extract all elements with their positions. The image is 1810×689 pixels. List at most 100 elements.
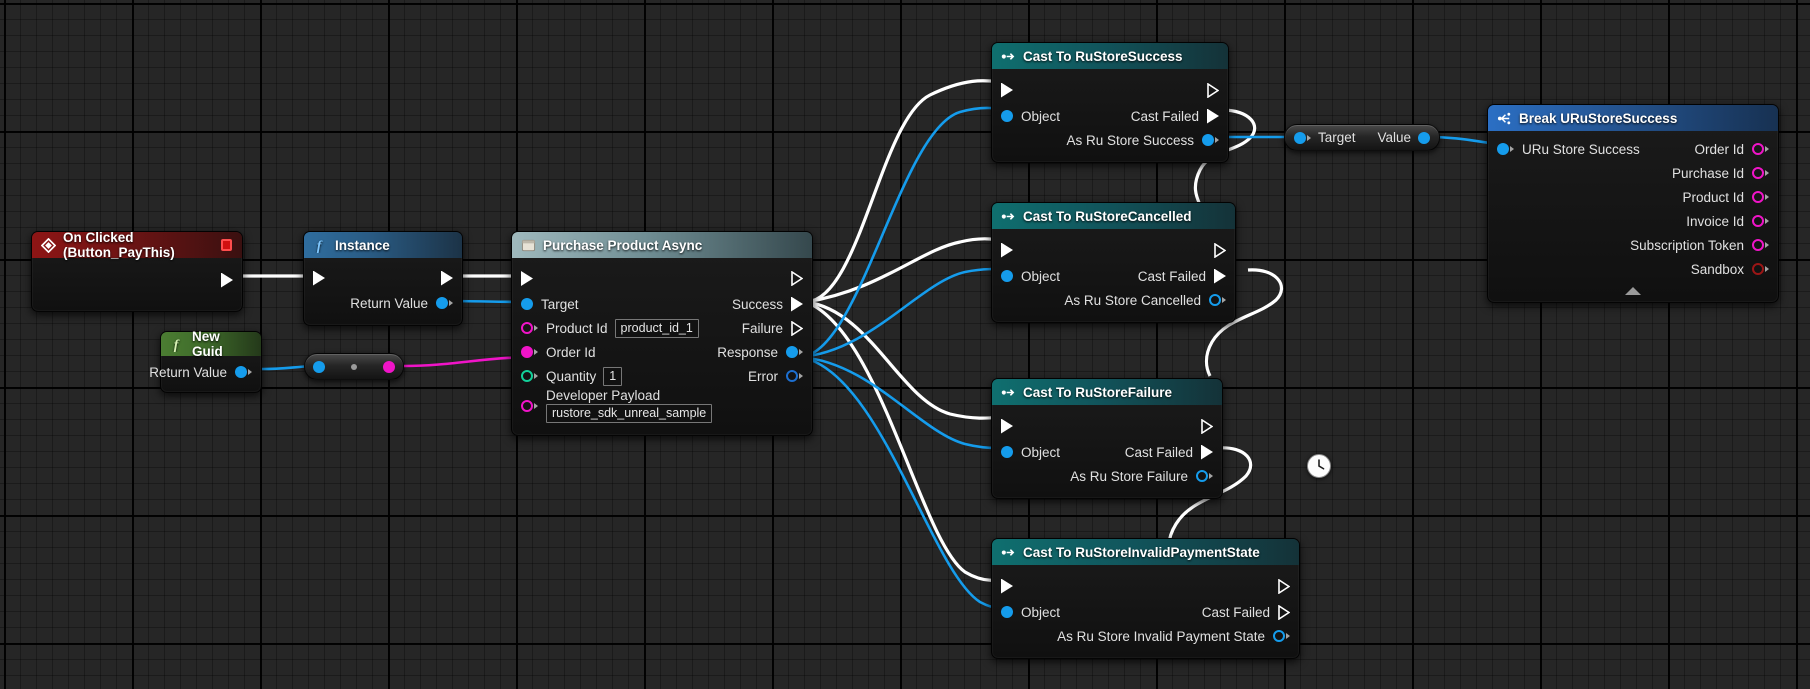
collapse-up-arrow-icon[interactable]	[1488, 284, 1778, 298]
svg-text:f: f	[317, 238, 323, 253]
node-header: Break URuStoreSuccess	[1488, 105, 1778, 131]
pin-label-object: Object	[1021, 445, 1060, 460]
developer-payload-value-field[interactable]: rustore_sdk_unreal_sample	[546, 404, 712, 423]
invoice-id-output-pin[interactable]	[1752, 215, 1769, 227]
exec-input-pin[interactable]	[1001, 419, 1013, 434]
pin-label-urustoresuccess: URu Store Success	[1522, 142, 1640, 157]
exec-output-pin[interactable]	[1201, 419, 1213, 434]
node-cast-to-rustore-success[interactable]: Cast To RuStoreSuccess Object	[991, 42, 1229, 163]
pin-label-as-rustore-cancelled: As Ru Store Cancelled	[1064, 293, 1201, 308]
pin-label-invoice-id: Invoice Id	[1686, 214, 1744, 229]
node-cast-to-rustore-cancelled[interactable]: Cast To RuStoreCancelled Object	[991, 202, 1236, 323]
node-header: Cast To RuStoreSuccess	[992, 43, 1228, 69]
pin-label-object: Object	[1021, 605, 1060, 620]
pin-row-return-value: Return Value	[161, 360, 261, 384]
exec-input-pin[interactable]	[1001, 83, 1013, 98]
node-purchase-product-async[interactable]: Purchase Product Async Target	[511, 231, 813, 436]
cast-failed-exec-output-pin[interactable]	[1201, 445, 1213, 460]
node-instance[interactable]: f Instance Return Value	[303, 231, 463, 326]
order-id-input-pin[interactable]	[521, 346, 538, 358]
svg-text:f: f	[174, 337, 180, 352]
object-input-pin[interactable]	[1001, 446, 1013, 458]
guid-output-pin[interactable]	[235, 366, 252, 378]
exec-output-pin[interactable]	[791, 271, 803, 286]
product-id-input-pin[interactable]	[521, 322, 538, 334]
urustoresuccess-input-pin[interactable]	[1497, 143, 1514, 155]
pin-label-cast-failed: Cast Failed	[1131, 109, 1199, 124]
failure-exec-output-pin[interactable]	[791, 321, 803, 336]
object-output-pin[interactable]	[436, 297, 453, 309]
exec-output-pin[interactable]	[221, 273, 233, 288]
node-body: URu Store Success Order Id Purchase Id P…	[1488, 131, 1778, 302]
cast-failed-exec-output-pin[interactable]	[1278, 605, 1290, 620]
node-body: Target Success Product Id product_id_1	[512, 258, 812, 435]
success-exec-output-pin[interactable]	[791, 297, 803, 312]
pin-row-product-id-failure: Product Id product_id_1 Failure	[512, 316, 812, 340]
pin-row-exec	[992, 572, 1299, 600]
guid-to-string-conversion-node[interactable]	[304, 353, 404, 380]
cast-failed-exec-output-pin[interactable]	[1214, 269, 1226, 284]
quantity-value-field[interactable]: 1	[603, 367, 622, 386]
as-rustore-cancelled-output-pin[interactable]	[1209, 294, 1226, 306]
event-delegate-square-icon[interactable]	[221, 239, 232, 251]
reroute-target-input-pin[interactable]	[1294, 132, 1311, 144]
product-id-output-pin[interactable]	[1752, 191, 1769, 203]
cast-arrow-icon	[1001, 209, 1016, 224]
reroute-value-output-pin[interactable]	[1418, 132, 1430, 144]
blueprint-graph-canvas[interactable]: On Clicked (Button_PayThis) f Instance	[0, 0, 1810, 689]
object-input-pin[interactable]	[1001, 606, 1013, 618]
node-body: Return Value	[161, 356, 261, 392]
exec-input-pin[interactable]	[313, 271, 325, 286]
error-output-pin[interactable]	[786, 370, 803, 382]
pin-row-as-rustore-cancelled: As Ru Store Cancelled	[992, 288, 1235, 312]
cast-failed-exec-output-pin[interactable]	[1207, 109, 1219, 124]
pin-label-as-rustore-success: As Ru Store Success	[1066, 133, 1194, 148]
node-title: Break URuStoreSuccess	[1519, 111, 1677, 126]
exec-input-pin[interactable]	[1001, 579, 1013, 594]
subscription-token-output-pin[interactable]	[1752, 239, 1769, 251]
exec-output-pin[interactable]	[1278, 579, 1290, 594]
as-rustore-success-output-pin[interactable]	[1202, 134, 1219, 146]
node-reroute-target-value[interactable]: Target Value	[1284, 124, 1440, 151]
node-on-clicked-event[interactable]: On Clicked (Button_PayThis)	[31, 231, 243, 312]
node-body: Object Cast Failed As Ru Store Success	[992, 69, 1228, 162]
pin-label-purchase-id: Purchase Id	[1672, 166, 1744, 181]
function-f-icon: f	[170, 337, 185, 352]
event-diamond-icon	[41, 238, 56, 253]
target-input-pin[interactable]	[521, 298, 533, 310]
exec-output-pin[interactable]	[441, 271, 453, 286]
object-input-pin[interactable]	[1001, 270, 1013, 282]
node-new-guid[interactable]: f New Guid Return Value	[160, 331, 262, 393]
exec-input-pin[interactable]	[521, 271, 533, 286]
node-header: Cast To RuStoreCancelled	[992, 203, 1235, 229]
object-input-pin[interactable]	[1001, 110, 1013, 122]
node-title: New Guid	[192, 329, 251, 359]
quantity-input-pin[interactable]	[521, 370, 538, 382]
node-cast-to-rustore-failure[interactable]: Cast To RuStoreFailure Object	[991, 378, 1223, 499]
response-output-pin[interactable]	[786, 346, 803, 358]
pin-row-developer-payload: Developer Payload rustore_sdk_unreal_sam…	[512, 388, 812, 423]
exec-input-pin[interactable]	[1001, 243, 1013, 258]
node-body: Object Cast Failed As Ru Store Cancelled	[992, 229, 1235, 322]
conversion-input-pin[interactable]	[313, 361, 325, 373]
node-header: Cast To RuStoreFailure	[992, 379, 1222, 405]
order-id-output-pin[interactable]	[1752, 143, 1769, 155]
purchase-id-output-pin[interactable]	[1752, 167, 1769, 179]
node-cast-to-rustore-invalid-payment-state[interactable]: Cast To RuStoreInvalidPaymentState Objec…	[991, 538, 1300, 659]
as-rustore-failure-output-pin[interactable]	[1196, 470, 1213, 482]
pin-row-object-castfailed: Object Cast Failed	[992, 264, 1235, 288]
node-header: Cast To RuStoreInvalidPaymentState	[992, 539, 1299, 565]
developer-payload-input-pin[interactable]	[521, 400, 538, 412]
node-header: f Instance	[304, 232, 462, 258]
pin-row-as-rustore-failure: As Ru Store Failure	[992, 464, 1222, 488]
exec-output-pin[interactable]	[1207, 83, 1219, 98]
pin-label-return-value: Return Value	[149, 365, 227, 380]
sandbox-output-pin[interactable]	[1752, 263, 1769, 275]
break-struct-icon	[1497, 111, 1512, 126]
product-id-value-field[interactable]: product_id_1	[615, 319, 699, 338]
as-rustore-invalid-payment-state-output-pin[interactable]	[1273, 630, 1290, 642]
conversion-output-pin[interactable]	[383, 361, 395, 373]
pin-label-order-id: Order Id	[1694, 142, 1744, 157]
exec-output-pin[interactable]	[1214, 243, 1226, 258]
node-break-urustoresuccess[interactable]: Break URuStoreSuccess URu Store Success …	[1487, 104, 1779, 303]
